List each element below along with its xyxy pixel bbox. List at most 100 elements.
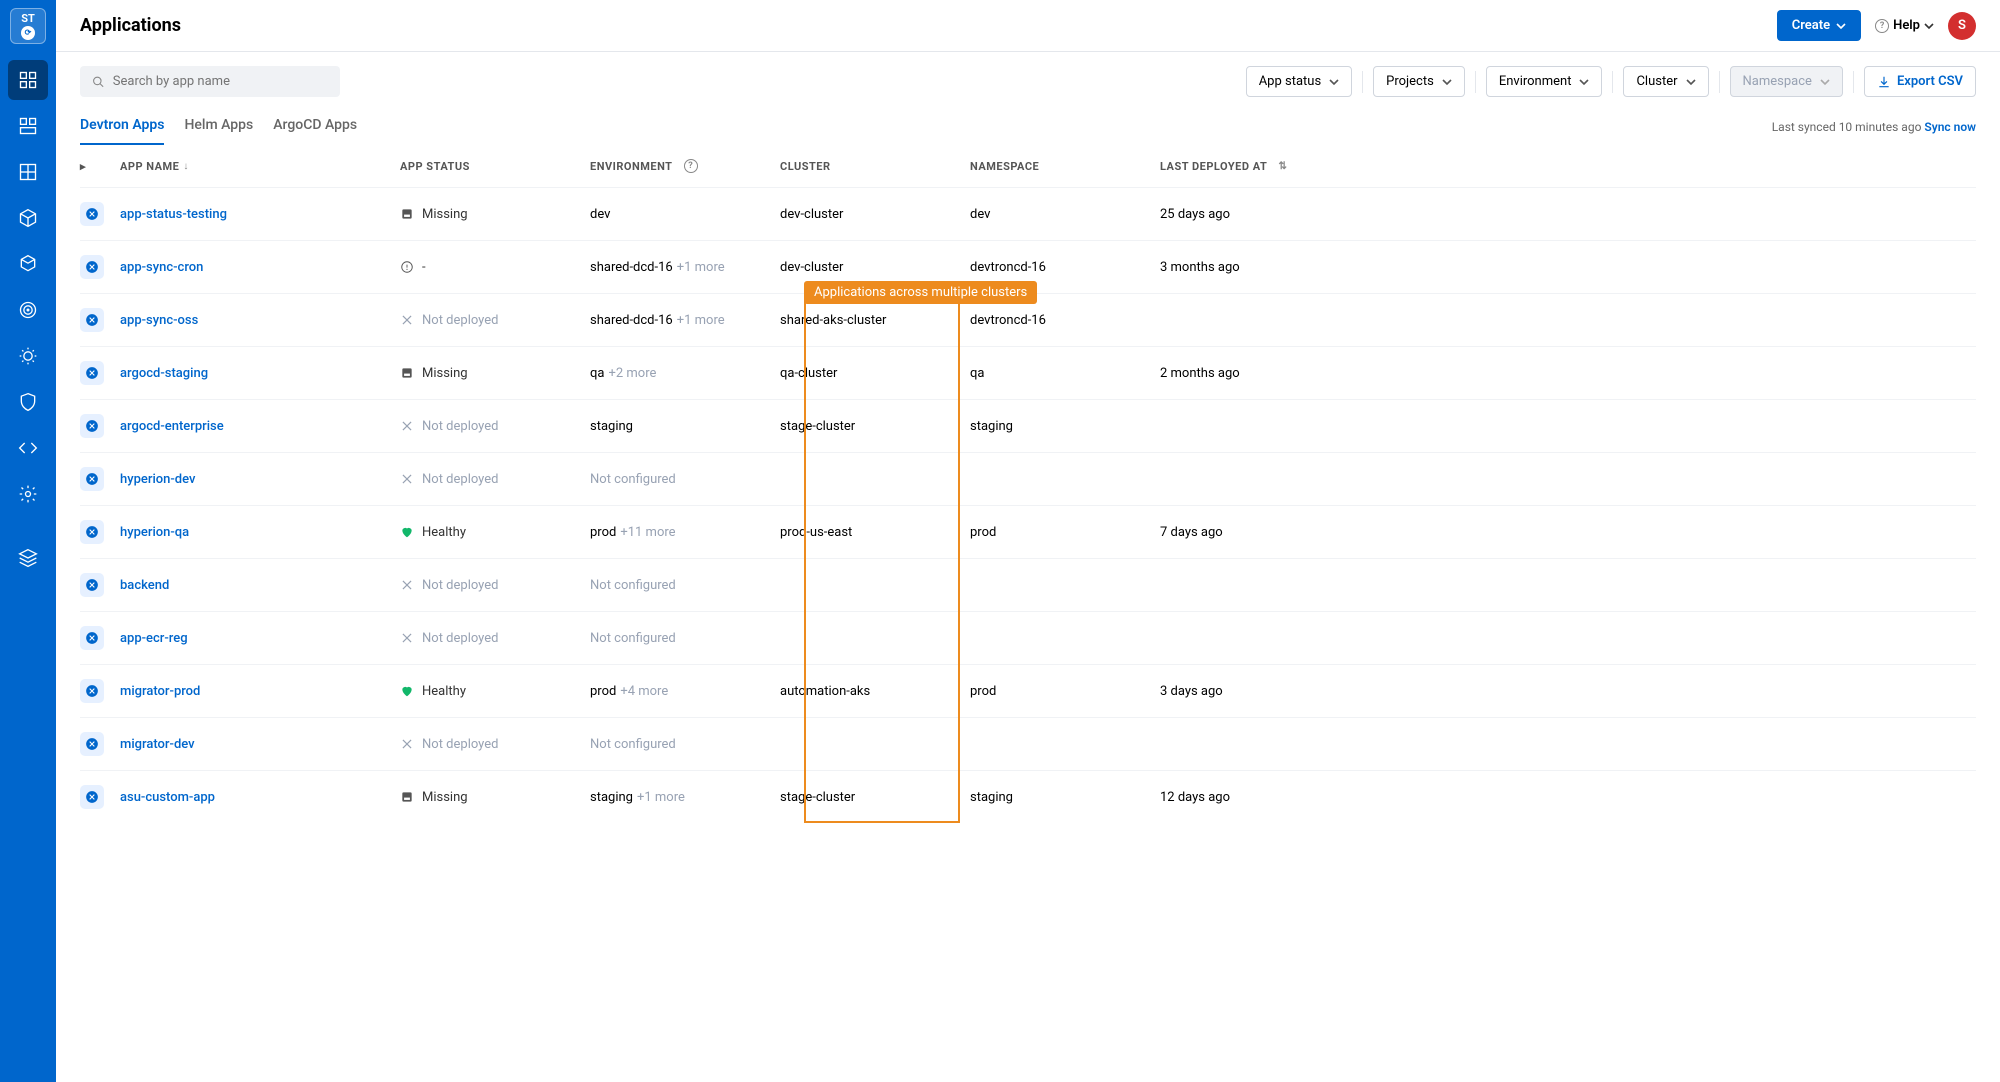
chevron-down-icon [1836, 21, 1846, 31]
table-row[interactable]: migrator-devNot deployedNot configured [80, 717, 1976, 770]
search-box[interactable] [80, 66, 340, 97]
app-status: Healthy [400, 684, 590, 699]
table-row[interactable]: backendNot deployedNot configured [80, 558, 1976, 611]
sync-info: Last synced 10 minutes ago Sync now [1772, 120, 1976, 134]
logo[interactable]: ST ⟳ [10, 8, 46, 44]
avatar[interactable]: S [1948, 12, 1976, 40]
separator [1612, 71, 1613, 93]
chevron-down-icon [1686, 77, 1696, 87]
table-row[interactable]: app-status-testingMissingdevdev-clusterd… [80, 187, 1976, 240]
app-environment: prod+11 more [590, 525, 780, 540]
app-icon [80, 255, 104, 279]
app-deployed: 2 months ago [1160, 366, 1976, 381]
app-name-link[interactable]: argocd-staging [120, 366, 400, 381]
info-icon[interactable]: ? [684, 159, 698, 173]
status-icon [400, 260, 414, 274]
app-name-link[interactable]: backend [120, 578, 400, 593]
chevron-down-icon [1579, 77, 1589, 87]
logo-text: ST [21, 13, 35, 24]
app-status: Missing [400, 366, 590, 381]
app-cluster: stage-cluster [780, 790, 970, 805]
app-name-link[interactable]: migrator-dev [120, 737, 400, 752]
app-status: Not deployed [400, 737, 590, 752]
table-row[interactable]: app-ecr-regNot deployedNot configured [80, 611, 1976, 664]
nav-bug-icon[interactable] [8, 336, 48, 376]
col-last-deployed[interactable]: LAST DEPLOYED AT ⇅ [1160, 159, 1976, 173]
nav-apps-grid[interactable] [8, 152, 48, 192]
app-name-link[interactable]: hyperion-qa [120, 525, 400, 540]
app-name-link[interactable]: app-sync-cron [120, 260, 400, 275]
nav-code-icon[interactable] [8, 428, 48, 468]
status-icon [400, 366, 414, 380]
app-status: Missing [400, 790, 590, 805]
export-csv-button[interactable]: Export CSV [1864, 66, 1976, 97]
subbar: App status Projects Environment Cluster … [56, 52, 2000, 97]
app-name-link[interactable]: app-status-testing [120, 207, 400, 222]
filter-projects[interactable]: Projects [1373, 66, 1465, 97]
app-name-link[interactable]: argocd-enterprise [120, 419, 400, 434]
col-app-name[interactable]: APP NAME↓ [120, 159, 400, 173]
create-button[interactable]: Create [1777, 10, 1861, 41]
expand-all-toggle[interactable]: ▸ [80, 159, 120, 173]
page-title: Applications [80, 15, 181, 36]
tab-helm-apps[interactable]: Helm Apps [184, 109, 253, 145]
app-namespace: prod [970, 684, 1160, 699]
app-name-link[interactable]: app-sync-oss [120, 313, 400, 328]
app-name-link[interactable]: hyperion-dev [120, 472, 400, 487]
app-cluster: dev-cluster [780, 207, 970, 222]
app-icon [80, 732, 104, 756]
app-status: Not deployed [400, 472, 590, 487]
tab-devtron-apps[interactable]: Devtron Apps [80, 109, 164, 145]
filter-app-status[interactable]: App status [1246, 66, 1352, 97]
app-namespace: devtroncd-16 [970, 313, 1160, 328]
download-icon [1877, 75, 1891, 89]
table-row[interactable]: argocd-enterpriseNot deployedstagingstag… [80, 399, 1976, 452]
help-icon: ? [1875, 19, 1889, 33]
nav-shield-icon[interactable] [8, 382, 48, 422]
table-row[interactable]: hyperion-devNot deployedNot configured [80, 452, 1976, 505]
status-icon [400, 790, 414, 804]
nav-stack-icon[interactable] [8, 538, 48, 578]
search-icon [92, 75, 105, 89]
logo-badge-icon: ⟳ [21, 26, 35, 40]
app-environment: prod+4 more [590, 684, 780, 699]
status-icon [400, 631, 414, 645]
nav-cube-icon[interactable] [8, 244, 48, 284]
nav-sidebar: ST ⟳ [0, 0, 56, 1082]
help-button[interactable]: ? Help [1875, 18, 1934, 33]
app-name-link[interactable]: app-ecr-reg [120, 631, 400, 646]
status-icon [400, 684, 414, 698]
separator [1719, 71, 1720, 93]
app-icon [80, 626, 104, 650]
app-environment: Not configured [590, 578, 780, 593]
filter-environment[interactable]: Environment [1486, 66, 1603, 97]
search-input[interactable] [113, 74, 328, 89]
col-cluster: CLUSTER [780, 159, 970, 173]
table-row[interactable]: asu-custom-appMissingstaging+1 morestage… [80, 770, 1976, 823]
app-name-link[interactable]: asu-custom-app [120, 790, 400, 805]
nav-charts[interactable] [8, 106, 48, 146]
app-icon [80, 573, 104, 597]
sort-icon: ⇅ [1279, 161, 1288, 172]
app-icon [80, 520, 104, 544]
app-status: Missing [400, 207, 590, 222]
sync-now-link[interactable]: Sync now [1924, 120, 1976, 134]
separator [1853, 71, 1854, 93]
nav-box-icon[interactable] [8, 198, 48, 238]
table-row[interactable]: hyperion-qaHealthyprod+11 moreprod-us-ea… [80, 505, 1976, 558]
nav-gear-icon[interactable] [8, 474, 48, 514]
filter-cluster[interactable]: Cluster [1623, 66, 1708, 97]
tab-argocd-apps[interactable]: ArgoCD Apps [273, 109, 357, 145]
status-icon [400, 207, 414, 221]
app-name-link[interactable]: migrator-prod [120, 684, 400, 699]
app-cluster: shared-aks-cluster [780, 313, 970, 328]
nav-applications[interactable] [8, 60, 48, 100]
app-icon [80, 414, 104, 438]
nav-target-icon[interactable] [8, 290, 48, 330]
table-row[interactable]: migrator-prodHealthyprod+4 moreautomatio… [80, 664, 1976, 717]
topbar: Applications Create ? Help S [56, 0, 2000, 52]
col-environment: ENVIRONMENT ? [590, 159, 780, 173]
help-label: Help [1893, 18, 1920, 33]
app-environment: dev [590, 207, 780, 222]
table-row[interactable]: argocd-stagingMissingqa+2 moreqa-cluster… [80, 346, 1976, 399]
